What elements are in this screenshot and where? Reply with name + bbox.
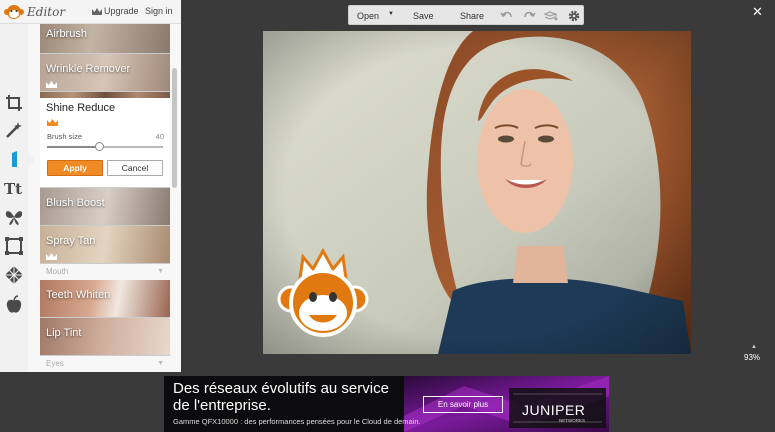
effect-spray-tan[interactable]: Spray Tan — [40, 226, 170, 264]
share-button[interactable]: Share — [460, 11, 484, 21]
signin-link[interactable]: Sign in — [145, 6, 173, 16]
text-icon: Tt — [4, 180, 22, 198]
effect-wrinkle-remover[interactable]: Wrinkle Remover — [40, 54, 170, 92]
undo-icon[interactable] — [500, 9, 514, 23]
gear-icon[interactable] — [567, 9, 581, 23]
slider-fill — [47, 146, 100, 148]
text-tool[interactable]: Tt — [3, 177, 25, 199]
brush-size-value: 40 — [155, 132, 164, 141]
main-toolbar: Open ▼ Save Share — [348, 5, 584, 25]
touch-up-tool[interactable] — [3, 148, 25, 170]
frame-tool[interactable] — [3, 235, 25, 257]
cancel-button[interactable]: Cancel — [107, 160, 163, 176]
ad-headline-2: de l'entreprise. — [173, 397, 271, 414]
theme-tool[interactable] — [3, 294, 25, 316]
overlay-tool[interactable] — [3, 206, 25, 228]
section-label: Mouth — [46, 267, 69, 276]
apply-button[interactable]: Apply — [47, 160, 103, 176]
zoom-up-icon[interactable]: ▲ — [751, 344, 757, 350]
upgrade-link[interactable]: Upgrade — [92, 6, 139, 16]
effect-label: Spray Tan — [46, 235, 96, 247]
ad-brand-sub: NETWORKS — [559, 418, 586, 423]
crown-icon — [92, 7, 102, 15]
crown-icon — [46, 81, 57, 88]
effect-label: Airbrush — [46, 28, 87, 40]
effect-label: Blush Boost — [46, 197, 105, 209]
frame-icon — [5, 237, 23, 255]
ad-cta-button[interactable]: En savoir plus — [423, 396, 503, 413]
brush-size-slider[interactable] — [47, 142, 163, 151]
texture-tool[interactable] — [3, 264, 25, 286]
effect-label: Lip Tint — [46, 327, 82, 339]
texture-icon — [5, 266, 23, 284]
effects-list[interactable]: Airbrush Wrinkle Remover Shine Reduce Br… — [40, 24, 170, 372]
effect-label: Wrinkle Remover — [46, 63, 131, 75]
apple-icon — [6, 295, 22, 313]
layers-icon[interactable] — [544, 9, 558, 23]
lipstick-icon — [12, 151, 17, 167]
effect-lip-tint[interactable]: Lip Tint — [40, 318, 170, 356]
ad-headline-1: Des réseaux évolutifs au service — [173, 380, 389, 397]
shine-reduce-panel: Shine Reduce Brush size 40 Apply Cancel — [40, 92, 170, 188]
effect-blush-boost[interactable]: Blush Boost — [40, 188, 170, 226]
crown-icon — [46, 253, 57, 260]
section-mouth[interactable]: Mouth ▼ — [40, 264, 170, 280]
ad-subtext: Gamme QFX10000 : des performances pensée… — [173, 417, 421, 426]
butterfly-icon — [5, 211, 23, 225]
panel-pointer — [28, 150, 35, 170]
logo[interactable]: Editor — [4, 4, 65, 20]
advertisement-banner[interactable]: Des réseaux évolutifs au service de l'en… — [164, 376, 609, 432]
redo-icon[interactable] — [522, 9, 536, 23]
tool-rail: Tt — [0, 24, 28, 372]
effect-label: Teeth Whiten — [46, 289, 111, 301]
panel-scrollbar[interactable] — [172, 68, 177, 188]
crop-icon — [6, 95, 22, 111]
section-eyes[interactable]: Eyes ▼ — [40, 356, 170, 372]
open-button[interactable]: Open — [357, 11, 379, 21]
effect-title: Shine Reduce — [46, 102, 116, 114]
effect-thumbnail-strip — [40, 92, 170, 98]
open-dropdown-icon[interactable]: ▼ — [388, 11, 394, 17]
effect-airbrush[interactable]: Airbrush — [40, 24, 170, 54]
chevron-down-icon: ▼ — [157, 360, 164, 367]
svg-text:Tt: Tt — [4, 180, 22, 198]
brush-size-label: Brush size — [47, 132, 83, 141]
slider-knob[interactable] — [94, 142, 104, 151]
crop-tool[interactable] — [3, 92, 25, 114]
editor-app: Editor Upgrade Sign in Tt Airbrush Wrink… — [0, 0, 775, 372]
ad-brand: JUNIPER — [522, 402, 586, 418]
crown-icon — [47, 119, 58, 126]
panel-header: Editor Upgrade Sign in — [0, 0, 181, 24]
upgrade-label: Upgrade — [104, 6, 139, 16]
app-name: Editor — [27, 4, 66, 19]
photo-canvas[interactable] — [263, 31, 691, 354]
section-label: Eyes — [46, 359, 64, 368]
save-button[interactable]: Save — [413, 11, 434, 21]
chevron-down-icon: ▼ — [157, 268, 164, 275]
monkey-logo-icon — [4, 4, 24, 19]
effect-teeth-whiten[interactable]: Teeth Whiten — [40, 280, 170, 318]
close-icon[interactable]: ✕ — [752, 4, 763, 20]
zoom-level[interactable]: 93% — [744, 353, 760, 362]
effects-tool[interactable] — [3, 119, 25, 141]
magic-wand-icon — [6, 122, 22, 138]
